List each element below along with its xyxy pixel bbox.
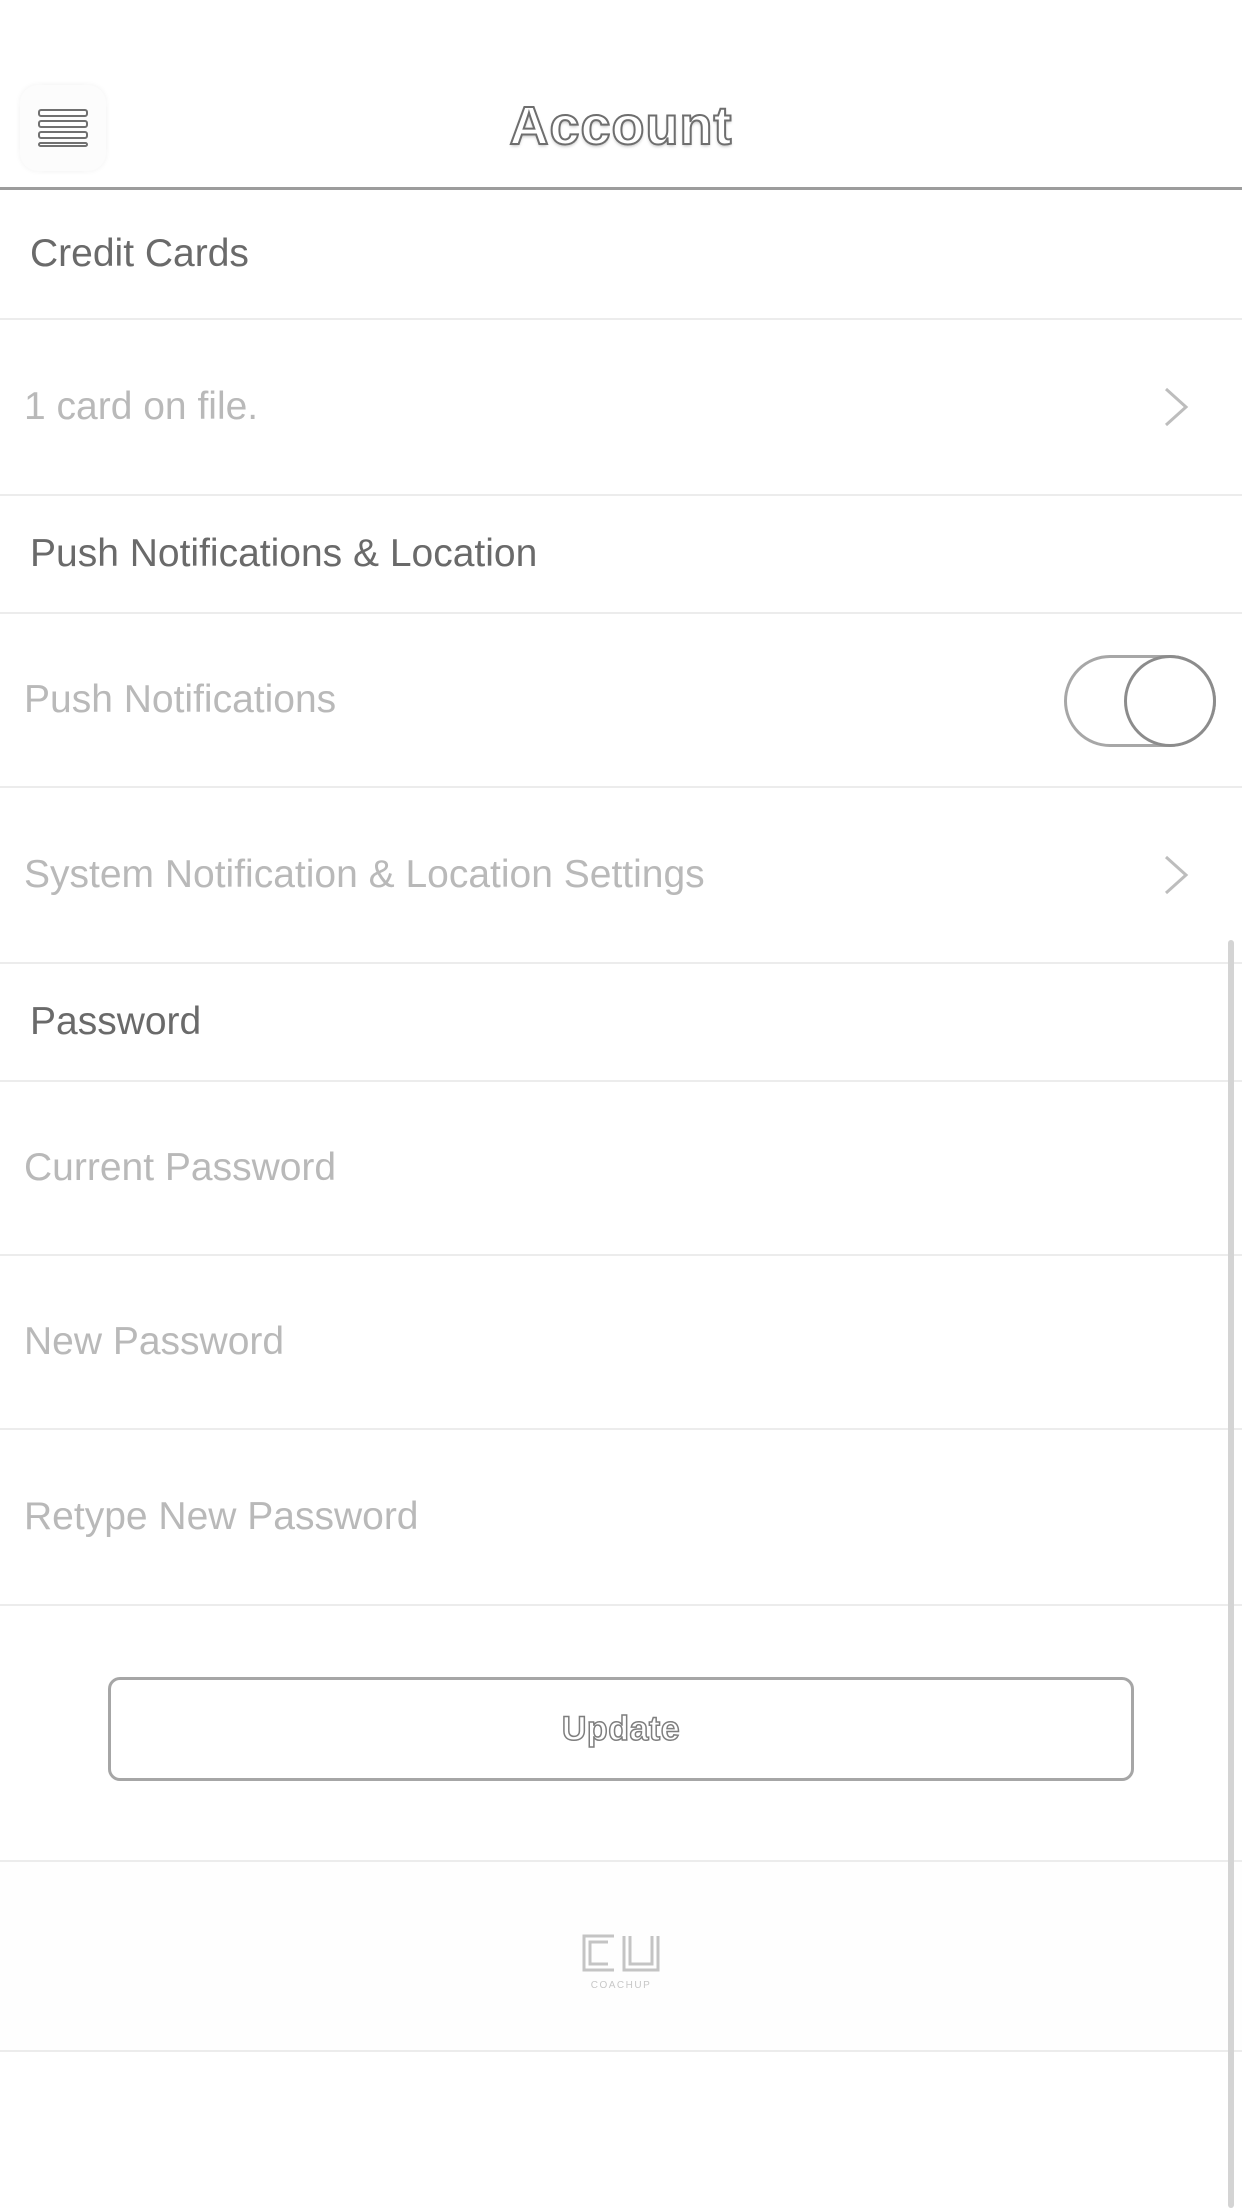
- section-label-notifications: Push Notifications & Location: [30, 532, 538, 575]
- current-password-placeholder: Current Password: [24, 1146, 337, 1189]
- current-password-field[interactable]: Current Password: [0, 1082, 1242, 1256]
- retype-password-field[interactable]: Retype New Password: [0, 1430, 1242, 1606]
- section-header-credit-cards: Credit Cards: [0, 190, 1242, 320]
- app-header: Account: [0, 0, 1242, 190]
- system-settings-label: System Notification & Location Settings: [24, 853, 705, 896]
- row-push-notifications: Push Notifications: [0, 614, 1242, 788]
- chevron-right-icon: [1164, 855, 1189, 895]
- section-header-password: Password: [0, 964, 1242, 1082]
- coachup-logo-text: COACHUP: [591, 1980, 652, 1991]
- page-title: Account: [509, 95, 733, 157]
- footer: COACHUP: [0, 1860, 1242, 2052]
- row-cards-on-file[interactable]: 1 card on file.: [0, 320, 1242, 496]
- row-system-settings[interactable]: System Notification & Location Settings: [0, 788, 1242, 964]
- scrollbar[interactable]: [1228, 940, 1234, 2208]
- toggle-knob: [1124, 655, 1216, 747]
- update-button-label: Update: [561, 1709, 681, 1749]
- push-notifications-label: Push Notifications: [24, 678, 337, 721]
- push-notifications-toggle[interactable]: [1064, 655, 1216, 747]
- new-password-placeholder: New Password: [24, 1320, 285, 1363]
- cards-on-file-label: 1 card on file.: [24, 385, 259, 428]
- coachup-logo: COACHUP: [582, 1934, 660, 1991]
- new-password-field[interactable]: New Password: [0, 1256, 1242, 1430]
- update-button[interactable]: Update: [108, 1677, 1134, 1781]
- section-label-credit-cards: Credit Cards: [30, 232, 249, 275]
- retype-password-placeholder: Retype New Password: [24, 1495, 419, 1538]
- section-header-notifications: Push Notifications & Location: [0, 496, 1242, 614]
- chevron-right-icon: [1164, 387, 1189, 427]
- section-label-password: Password: [30, 1000, 202, 1043]
- account-screen: Account Credit Cards 1 card on file. Pus…: [0, 0, 1242, 2208]
